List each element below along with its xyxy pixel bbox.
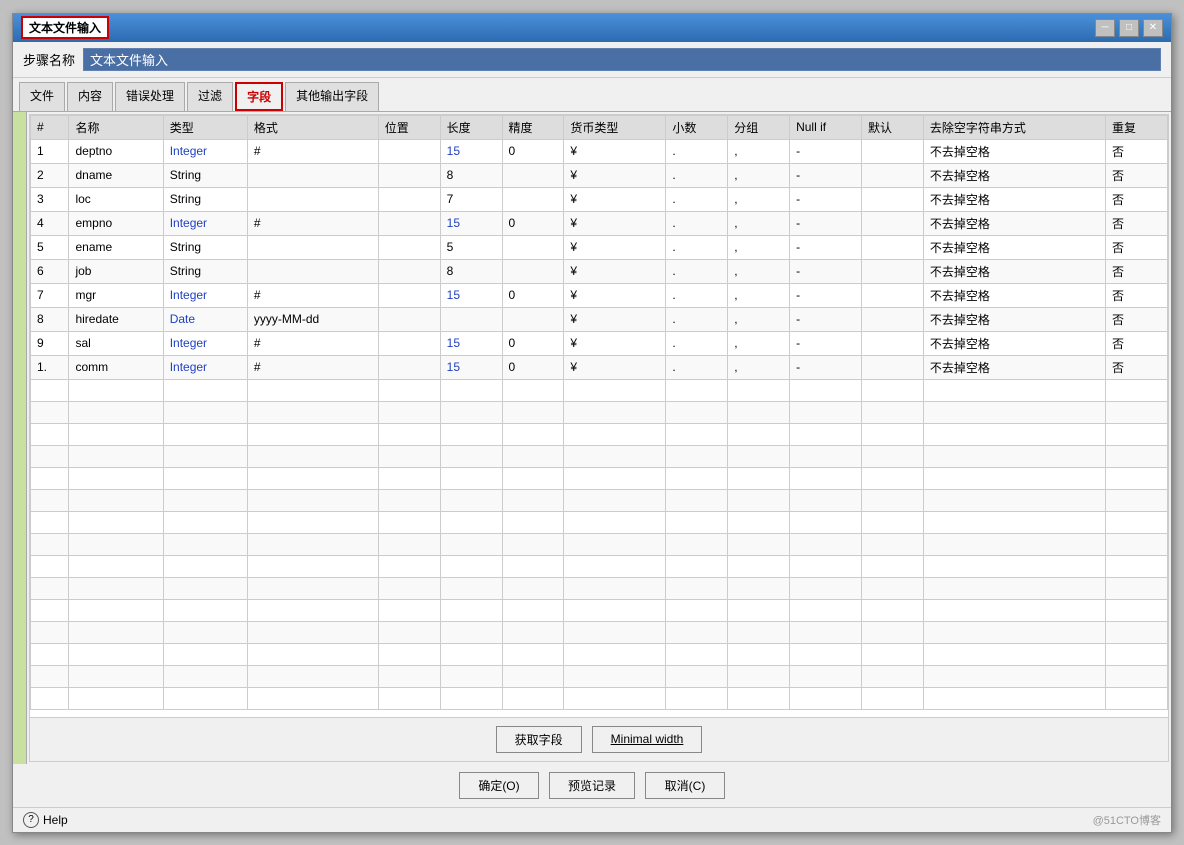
left-sidebar bbox=[13, 112, 27, 764]
table-row-empty bbox=[31, 467, 1168, 489]
help-icon: ? bbox=[23, 812, 39, 828]
bottom-buttons-row: 获取字段 Minimal width bbox=[30, 717, 1168, 761]
tab-other[interactable]: 其他输出字段 bbox=[285, 82, 379, 111]
ok-button[interactable]: 确定(O) bbox=[459, 772, 539, 799]
col-num: # bbox=[31, 115, 69, 139]
col-name: 名称 bbox=[69, 115, 163, 139]
get-fields-button[interactable]: 获取字段 bbox=[496, 726, 582, 753]
col-decimal: 小数 bbox=[666, 115, 728, 139]
col-type: 类型 bbox=[163, 115, 247, 139]
maximize-button[interactable]: □ bbox=[1119, 19, 1139, 37]
close-button[interactable]: ✕ bbox=[1143, 19, 1163, 37]
table-row-empty bbox=[31, 665, 1168, 687]
help-area: ? Help @51CTO博客 bbox=[13, 807, 1171, 832]
col-length: 长度 bbox=[440, 115, 502, 139]
preview-button[interactable]: 预览记录 bbox=[549, 772, 635, 799]
table-row: 9salInteger#150¥.,-不去掉空格否 bbox=[31, 331, 1168, 355]
tab-fields[interactable]: 字段 bbox=[235, 82, 283, 111]
main-window: 文本文件输入 ─ □ ✕ 步骤名称 文件 内容 错误处理 过滤 字段 其他输出字… bbox=[12, 13, 1172, 833]
title-controls: ─ □ ✕ bbox=[1095, 19, 1163, 37]
table-row: 1.commInteger#150¥.,-不去掉空格否 bbox=[31, 355, 1168, 379]
col-currency: 货币类型 bbox=[564, 115, 666, 139]
table-row-empty bbox=[31, 577, 1168, 599]
table-row-empty bbox=[31, 489, 1168, 511]
col-repeat: 重复 bbox=[1106, 115, 1168, 139]
step-name-row: 步骤名称 bbox=[13, 42, 1171, 78]
table-row-empty bbox=[31, 511, 1168, 533]
main-content: # 名称 类型 格式 位置 长度 精度 货币类型 小数 分组 Null if bbox=[27, 112, 1171, 764]
title-bar-left: 文本文件输入 bbox=[21, 16, 109, 39]
fields-table: # 名称 类型 格式 位置 长度 精度 货币类型 小数 分组 Null if bbox=[30, 115, 1168, 710]
tab-file[interactable]: 文件 bbox=[19, 82, 65, 111]
table-row: 4empnoInteger#150¥.,-不去掉空格否 bbox=[31, 211, 1168, 235]
table-row-empty bbox=[31, 687, 1168, 709]
minimize-button[interactable]: ─ bbox=[1095, 19, 1115, 37]
table-row-empty bbox=[31, 445, 1168, 467]
table-body: 1deptnoInteger#150¥.,-不去掉空格否2dnameString… bbox=[31, 139, 1168, 709]
content-area: # 名称 类型 格式 位置 长度 精度 货币类型 小数 分组 Null if bbox=[29, 114, 1169, 762]
table-row: 5enameString5¥.,-不去掉空格否 bbox=[31, 235, 1168, 259]
col-format: 格式 bbox=[247, 115, 378, 139]
minimal-width-button[interactable]: Minimal width bbox=[592, 726, 703, 753]
table-row-empty bbox=[31, 621, 1168, 643]
help-button[interactable]: ? Help bbox=[23, 812, 68, 828]
table-row-empty bbox=[31, 555, 1168, 577]
table-row-empty bbox=[31, 599, 1168, 621]
watermark-text: @51CTO博客 bbox=[1093, 812, 1161, 828]
table-row: 3locString7¥.,-不去掉空格否 bbox=[31, 187, 1168, 211]
table-container[interactable]: # 名称 类型 格式 位置 长度 精度 货币类型 小数 分组 Null if bbox=[30, 115, 1168, 717]
title-text: 文本文件输入 bbox=[21, 16, 109, 39]
table-row: 2dnameString8¥.,-不去掉空格否 bbox=[31, 163, 1168, 187]
tab-content[interactable]: 内容 bbox=[67, 82, 113, 111]
window-body: # 名称 类型 格式 位置 长度 精度 货币类型 小数 分组 Null if bbox=[13, 112, 1171, 764]
col-default: 默认 bbox=[861, 115, 923, 139]
table-row: 6jobString8¥.,-不去掉空格否 bbox=[31, 259, 1168, 283]
col-precision: 精度 bbox=[502, 115, 564, 139]
col-trim: 去除空字符串方式 bbox=[923, 115, 1105, 139]
table-row: 7mgrInteger#150¥.,-不去掉空格否 bbox=[31, 283, 1168, 307]
tab-error[interactable]: 错误处理 bbox=[115, 82, 185, 111]
table-row-empty bbox=[31, 379, 1168, 401]
title-bar: 文本文件输入 ─ □ ✕ bbox=[13, 14, 1171, 42]
col-group: 分组 bbox=[728, 115, 790, 139]
table-row-empty bbox=[31, 423, 1168, 445]
cancel-button[interactable]: 取消(C) bbox=[645, 772, 725, 799]
table-row: 1deptnoInteger#150¥.,-不去掉空格否 bbox=[31, 139, 1168, 163]
col-position: 位置 bbox=[378, 115, 440, 139]
col-nullif: Null if bbox=[790, 115, 862, 139]
table-row-empty bbox=[31, 401, 1168, 423]
table-row: 8hiredateDateyyyy-MM-dd¥.,-不去掉空格否 bbox=[31, 307, 1168, 331]
footer-buttons: 确定(O) 预览记录 取消(C) bbox=[13, 764, 1171, 807]
table-header-row: # 名称 类型 格式 位置 长度 精度 货币类型 小数 分组 Null if bbox=[31, 115, 1168, 139]
help-label: Help bbox=[43, 813, 68, 827]
table-row-empty bbox=[31, 533, 1168, 555]
tabs-bar: 文件 内容 错误处理 过滤 字段 其他输出字段 bbox=[13, 78, 1171, 112]
tab-filter[interactable]: 过滤 bbox=[187, 82, 233, 111]
step-name-input[interactable] bbox=[83, 48, 1161, 71]
table-row-empty bbox=[31, 643, 1168, 665]
step-name-label: 步骤名称 bbox=[23, 50, 75, 69]
